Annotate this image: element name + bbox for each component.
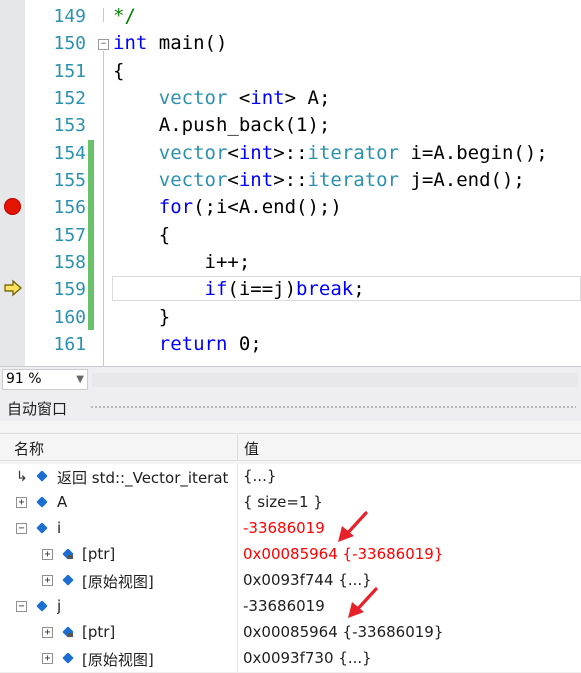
expand-icon[interactable]: +	[42, 627, 53, 638]
variable-icon	[36, 496, 48, 508]
line-number: 155	[53, 170, 86, 191]
variable-name: 返回 std::_Vector_iterat	[57, 469, 229, 487]
table-row[interactable]: + [ptr] 0x00085964 {-33686019}	[0, 542, 581, 569]
table-row[interactable]: − j -33686019	[0, 594, 581, 621]
autos-title-bar[interactable]: 自动窗口	[0, 393, 581, 421]
variable-value[interactable]: { size=1 }	[243, 493, 323, 511]
variable-value[interactable]: -33686019	[243, 519, 325, 537]
variable-value[interactable]: -33686019	[243, 597, 325, 615]
annotation-arrow-icon	[338, 511, 368, 542]
line-number: 157	[53, 225, 86, 246]
variable-name: [原始视图]	[82, 651, 154, 669]
column-header: 名称 值	[0, 433, 581, 461]
line-number: 156	[53, 197, 86, 218]
change-indicator-bar	[88, 140, 94, 330]
table-row[interactable]: ↳ 返回 std::_Vector_iterat {...}	[0, 464, 581, 491]
line-number: 149	[53, 6, 86, 27]
outline-guide	[103, 8, 104, 22]
code-line[interactable]: {	[113, 58, 124, 85]
expand-icon[interactable]: +	[16, 497, 27, 508]
code-line[interactable]: */	[113, 3, 136, 30]
return-arrow-icon: ↳	[16, 469, 28, 485]
code-line[interactable]: int main()	[113, 30, 227, 57]
variable-name: j	[57, 597, 62, 615]
collapse-icon[interactable]: −	[16, 523, 27, 534]
zoom-dropdown[interactable]: 91 % ▼	[2, 369, 88, 390]
variable-value[interactable]: {...}	[243, 467, 276, 485]
code-line[interactable]: vector<int>::iterator j=A.end();	[113, 167, 525, 194]
line-number: 154	[53, 143, 86, 164]
current-statement-arrow-icon	[4, 279, 22, 297]
variable-icon	[62, 574, 74, 586]
zoom-level: 91 %	[6, 371, 42, 387]
line-number: 160	[53, 307, 86, 328]
line-number: 161	[53, 334, 86, 355]
line-number: 150	[53, 33, 86, 54]
lock-icon	[68, 555, 73, 559]
variable-name: [原始视图]	[82, 573, 154, 591]
variable-icon	[36, 470, 48, 482]
variable-icon	[36, 600, 48, 612]
code-line[interactable]: for(;i<A.end();)	[113, 194, 342, 221]
variable-name: [ptr]	[82, 545, 116, 563]
variable-name: A	[57, 493, 68, 511]
variable-value[interactable]: 0x00085964 {-33686019}	[243, 545, 443, 563]
variable-icon	[62, 652, 74, 664]
autos-window: 自动窗口 名称 值 ↳ 返回 std::_Vector_iterat {...}…	[0, 393, 581, 673]
table-row[interactable]: + [原始视图] 0x0093f744 {...}	[0, 568, 581, 595]
code-line[interactable]: vector <int> A;	[113, 85, 331, 112]
expand-icon[interactable]: +	[42, 575, 53, 586]
line-number: 159	[53, 279, 86, 300]
code-line[interactable]: {	[113, 222, 170, 249]
variable-icon	[36, 522, 48, 534]
code-line[interactable]: vector<int>::iterator i=A.begin();	[113, 140, 548, 167]
collapse-icon[interactable]: −	[16, 601, 27, 612]
variable-name: i	[57, 519, 62, 537]
breakpoint-icon[interactable]	[4, 198, 21, 215]
autos-title: 自动窗口	[7, 400, 68, 418]
horizontal-scrollbar[interactable]	[92, 373, 578, 387]
variable-name: [ptr]	[82, 623, 116, 641]
glyph-margin[interactable]	[0, 0, 25, 366]
lock-icon	[68, 633, 73, 637]
code-line[interactable]: if(i==j)break;	[113, 276, 365, 303]
line-number: 151	[53, 61, 86, 82]
code-line[interactable]: A.push_back(1);	[113, 112, 331, 139]
expand-icon[interactable]: +	[42, 549, 53, 560]
expand-icon[interactable]: +	[42, 653, 53, 664]
chevron-down-icon: ▼	[76, 374, 84, 385]
variable-value[interactable]: 0x00085964 {-33686019}	[243, 623, 443, 641]
code-line[interactable]: return 0;	[113, 331, 262, 358]
code-editor[interactable]: 149 150 151 152 153 154 155 156 157 158 …	[0, 0, 581, 366]
table-row[interactable]: + [ptr] 0x00085964 {-33686019}	[0, 620, 581, 647]
line-number: 158	[53, 252, 86, 273]
column-header-value[interactable]: 值	[244, 438, 259, 459]
collapse-icon[interactable]: −	[98, 39, 109, 50]
variable-value[interactable]: 0x0093f730 {...}	[243, 649, 372, 667]
annotation-arrow-icon	[348, 587, 378, 618]
column-header-name[interactable]: 名称	[14, 438, 44, 459]
editor-status-bar: 91 % ▼	[0, 366, 581, 393]
table-row[interactable]: − i -33686019	[0, 516, 581, 543]
line-number: 153	[53, 115, 86, 136]
line-number: 152	[53, 88, 86, 109]
code-line[interactable]: i++;	[113, 249, 251, 276]
code-line[interactable]: }	[113, 304, 170, 331]
outline-guide	[103, 51, 104, 366]
title-grip	[90, 405, 576, 410]
table-row[interactable]: + A { size=1 }	[0, 490, 581, 517]
